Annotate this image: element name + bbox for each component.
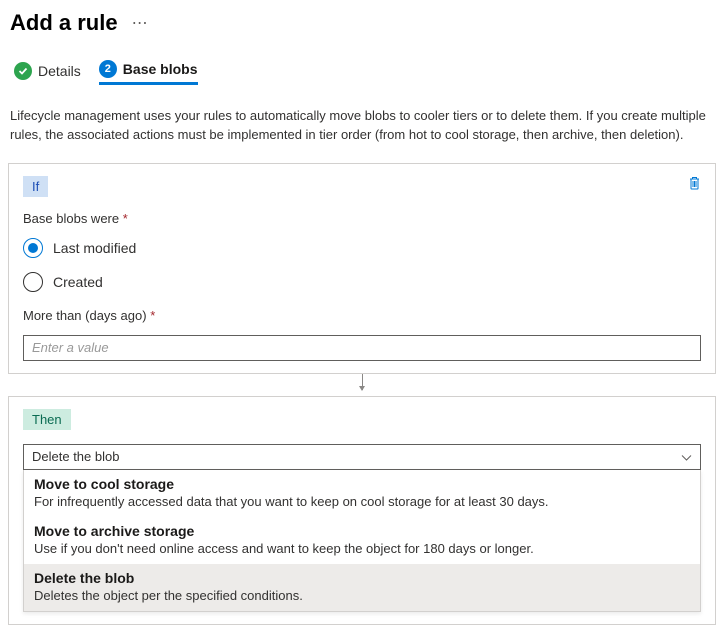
option-move-archive[interactable]: Move to archive storage Use if you don't… — [24, 517, 700, 564]
option-desc: Deletes the object per the specified con… — [34, 588, 690, 603]
radio-icon — [23, 238, 43, 258]
more-than-label: More than (days ago) * — [23, 308, 701, 323]
option-title: Move to archive storage — [34, 523, 690, 539]
option-desc: For infrequently accessed data that you … — [34, 494, 690, 509]
option-title: Move to cool storage — [34, 476, 690, 492]
tab-base-blobs-label: Base blobs — [123, 61, 198, 77]
trash-icon[interactable] — [688, 176, 701, 193]
action-select[interactable]: Delete the blob — [23, 444, 701, 470]
chevron-down-icon — [681, 449, 692, 464]
if-panel: If Base blobs were * Last modified Creat… — [8, 163, 716, 374]
days-ago-input[interactable] — [23, 335, 701, 361]
tab-details[interactable]: Details — [14, 60, 81, 85]
base-blobs-radio-group: Last modified Created — [23, 238, 701, 292]
action-select-value: Delete the blob — [32, 449, 119, 464]
radio-last-modified-label: Last modified — [53, 240, 136, 256]
more-icon[interactable]: ⋯ — [132, 13, 149, 33]
required-marker: * — [150, 308, 155, 323]
if-badge: If — [23, 176, 48, 197]
then-badge: Then — [23, 409, 71, 430]
required-marker: * — [123, 211, 128, 226]
radio-last-modified[interactable]: Last modified — [23, 238, 701, 258]
option-desc: Use if you don't need online access and … — [34, 541, 690, 556]
then-panel: Then Delete the blob Move to cool storag… — [8, 396, 716, 625]
page-header: Add a rule ⋯ — [8, 10, 716, 36]
action-dropdown: Move to cool storage For infrequently ac… — [23, 470, 701, 612]
radio-created-label: Created — [53, 274, 103, 290]
radio-created[interactable]: Created — [23, 272, 701, 292]
tab-details-label: Details — [38, 63, 81, 79]
option-delete-blob[interactable]: Delete the blob Deletes the object per t… — [24, 564, 700, 611]
if-panel-header: If — [23, 176, 701, 211]
page-title: Add a rule — [10, 10, 118, 36]
radio-icon — [23, 272, 43, 292]
base-blobs-label: Base blobs were * — [23, 211, 701, 226]
page-description: Lifecycle management uses your rules to … — [8, 107, 716, 145]
wizard-tabs: Details 2 Base blobs — [8, 60, 716, 85]
check-circle-icon — [14, 62, 32, 80]
step-number-icon: 2 — [99, 60, 117, 78]
tab-base-blobs[interactable]: 2 Base blobs — [99, 60, 198, 85]
option-move-cool[interactable]: Move to cool storage For infrequently ac… — [24, 470, 700, 517]
flow-arrow — [8, 374, 716, 396]
option-title: Delete the blob — [34, 570, 690, 586]
